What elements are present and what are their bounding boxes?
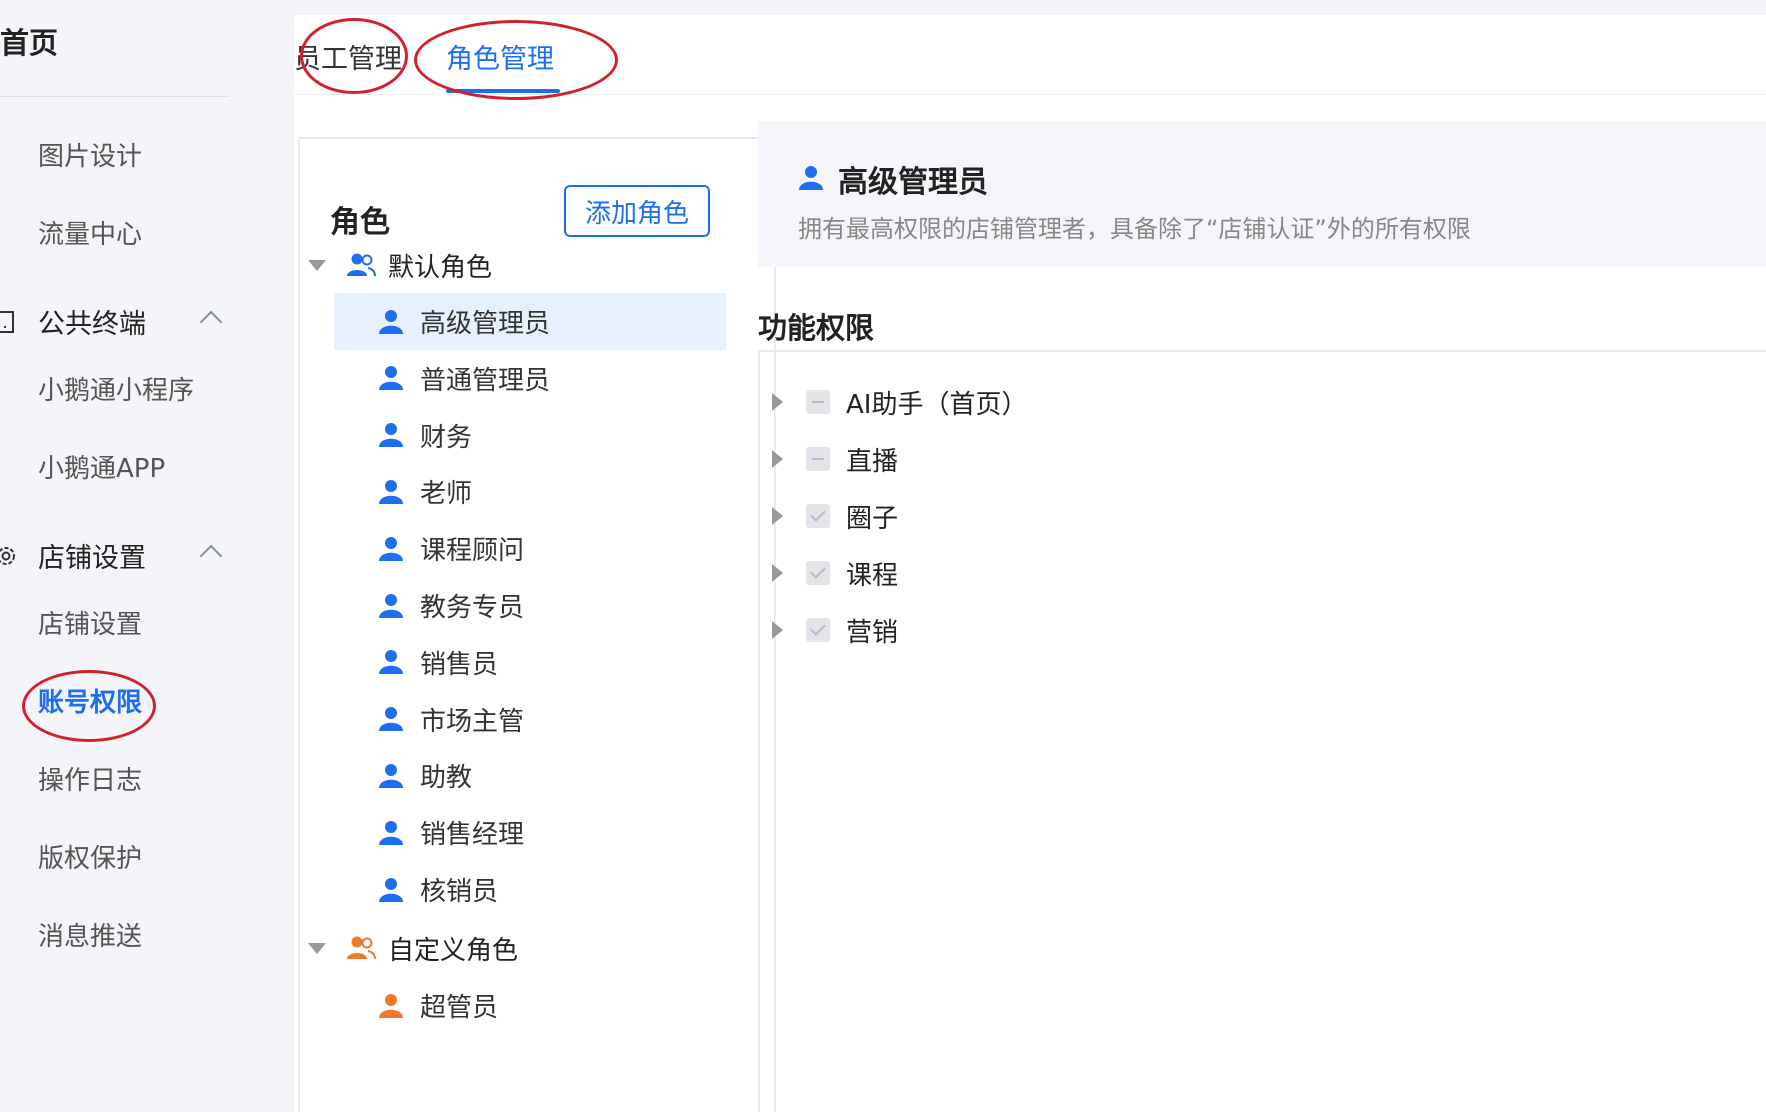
sidebar-group-label: 店铺设置 bbox=[38, 543, 146, 574]
role-item[interactable]: 老师 bbox=[334, 463, 726, 520]
role-info-card: 高级管理员 拥有最高权限的店铺管理者，具备除了“店铺认证”外的所有权限 bbox=[758, 121, 1766, 267]
role-name: 高级管理员 bbox=[838, 165, 988, 200]
caret-down-icon[interactable] bbox=[308, 942, 326, 954]
role-item-label: 课程顾问 bbox=[420, 536, 525, 567]
permission-item[interactable]: 直播 bbox=[760, 431, 1766, 487]
role-item-label: 核销员 bbox=[420, 877, 499, 907]
user-icon bbox=[379, 423, 403, 448]
sidebar-group-label: 公共终端 bbox=[38, 309, 146, 340]
tab-staff-management[interactable]: 员工管理 bbox=[294, 37, 402, 76]
sidebar-item-mini-program[interactable]: 小鹅通小程序 bbox=[38, 370, 194, 407]
tab-role-management[interactable]: 角色管理 bbox=[446, 37, 554, 76]
user-icon bbox=[379, 820, 403, 845]
caret-right-icon[interactable] bbox=[772, 450, 783, 468]
permission-label: 营销 bbox=[846, 617, 899, 648]
role-item-label: 超管员 bbox=[420, 993, 499, 1023]
sidebar-item-image-design[interactable]: 图片设计 bbox=[38, 136, 142, 173]
caret-right-icon[interactable] bbox=[772, 564, 783, 582]
role-item[interactable]: 教务专员 bbox=[334, 577, 726, 634]
permission-checkbox[interactable] bbox=[806, 561, 830, 585]
permission-item[interactable]: 课程 bbox=[760, 545, 1766, 601]
permission-item[interactable]: 圈子 bbox=[760, 488, 1766, 544]
role-item-label: 高级管理员 bbox=[420, 309, 551, 339]
role-item[interactable]: 普通管理员 bbox=[334, 350, 726, 407]
permissions-tree: AI助手（首页） 直播圈子课程营销 bbox=[758, 350, 1766, 1112]
role-item[interactable]: 销售员 bbox=[334, 634, 726, 691]
sidebar-item-shop-settings[interactable]: 店铺设置 bbox=[38, 604, 142, 641]
role-item[interactable]: 销售经理 bbox=[334, 804, 726, 861]
user-icon bbox=[799, 166, 823, 190]
user-icon bbox=[379, 763, 403, 788]
caret-right-icon[interactable] bbox=[772, 393, 783, 411]
sidebar-home[interactable]: 首页 bbox=[0, 20, 58, 62]
role-description: 拥有最高权限的店铺管理者，具备除了“店铺认证”外的所有权限 bbox=[798, 215, 1471, 243]
sidebar-item-account-permissions[interactable]: 账号权限 bbox=[38, 682, 142, 719]
user-icon bbox=[379, 877, 403, 902]
permission-checkbox[interactable] bbox=[806, 390, 830, 414]
role-group-label: 自定义角色 bbox=[388, 935, 519, 966]
sidebar-item-operation-log[interactable]: 操作日志 bbox=[38, 760, 142, 797]
role-item[interactable]: 超管员 bbox=[334, 977, 726, 1034]
role-list-panel: 角色 添加角色 默认角色 高级管理员普通管理员财务老师课程顾问教务专员销售员市场… bbox=[298, 137, 776, 1112]
user-icon bbox=[379, 707, 403, 732]
permission-item[interactable]: 营销 bbox=[760, 602, 1766, 658]
sidebar-divider bbox=[0, 96, 230, 97]
sidebar-item-app[interactable]: 小鹅通APP bbox=[38, 448, 165, 485]
role-panel-title: 角色 bbox=[330, 205, 390, 240]
main-content: 员工管理 角色管理 角色 添加角色 默认角色 高级管理员普通管理员财务老师课程顾… bbox=[294, 15, 1766, 1112]
permission-item[interactable]: AI助手（首页） bbox=[760, 374, 1766, 430]
user-icon bbox=[379, 593, 403, 618]
sidebar-group-shop-settings[interactable]: 店铺设置 bbox=[0, 536, 146, 575]
active-tab-indicator bbox=[446, 89, 560, 93]
permissions-title: 功能权限 bbox=[758, 311, 875, 345]
role-item-label: 教务专员 bbox=[420, 593, 525, 623]
role-item[interactable]: 市场主管 bbox=[334, 691, 726, 748]
sidebar: 首页 图片设计 流量中心 公共终端 小鹅通小程序 小鹅通APP 店铺设置 店铺设… bbox=[0, 0, 262, 1112]
user-icon bbox=[379, 366, 403, 391]
users-icon bbox=[347, 936, 376, 960]
sidebar-item-traffic-center[interactable]: 流量中心 bbox=[38, 214, 142, 251]
role-item-label: 助教 bbox=[420, 763, 473, 794]
role-item-label: 销售员 bbox=[420, 649, 499, 680]
user-icon bbox=[379, 536, 403, 561]
permission-label: 直播 bbox=[846, 446, 899, 477]
permission-label: 圈子 bbox=[846, 503, 899, 534]
role-item-label: 销售经理 bbox=[420, 820, 525, 851]
role-item[interactable]: 高级管理员 bbox=[334, 293, 726, 350]
role-item-label: 市场主管 bbox=[420, 706, 525, 737]
sidebar-item-message-push[interactable]: 消息推送 bbox=[38, 916, 142, 953]
role-item[interactable]: 核销员 bbox=[334, 861, 726, 918]
permission-checkbox[interactable] bbox=[806, 618, 830, 642]
chevron-up-icon[interactable] bbox=[199, 544, 223, 568]
sidebar-item-copyright[interactable]: 版权保护 bbox=[38, 838, 142, 875]
caret-down-icon[interactable] bbox=[308, 259, 326, 271]
user-icon bbox=[379, 309, 403, 334]
caret-right-icon[interactable] bbox=[772, 621, 783, 639]
permission-checkbox[interactable] bbox=[806, 447, 830, 471]
role-group-custom[interactable]: 自定义角色 bbox=[300, 920, 774, 976]
tab-bar: 员工管理 角色管理 bbox=[294, 15, 1766, 95]
terminal-icon bbox=[0, 310, 14, 333]
gear-icon bbox=[0, 546, 15, 565]
caret-right-icon[interactable] bbox=[772, 507, 783, 525]
role-group-label: 默认角色 bbox=[388, 252, 493, 283]
users-icon bbox=[347, 253, 376, 277]
role-item[interactable]: 助教 bbox=[334, 747, 726, 804]
role-item[interactable]: 课程顾问 bbox=[334, 520, 726, 577]
user-icon bbox=[379, 993, 403, 1018]
app-root: 首页 图片设计 流量中心 公共终端 小鹅通小程序 小鹅通APP 店铺设置 店铺设… bbox=[0, 0, 1766, 1112]
user-icon bbox=[379, 650, 403, 675]
permission-label: 课程 bbox=[846, 560, 899, 591]
role-group-default[interactable]: 默认角色 bbox=[300, 237, 774, 293]
role-item-label: 财务 bbox=[420, 422, 473, 453]
permission-checkbox[interactable] bbox=[806, 504, 830, 528]
role-item[interactable]: 财务 bbox=[334, 407, 726, 464]
user-icon bbox=[379, 479, 403, 504]
permission-label: AI助手（首页） bbox=[846, 389, 1028, 420]
add-role-button[interactable]: 添加角色 bbox=[564, 185, 710, 237]
chevron-up-icon[interactable] bbox=[199, 310, 223, 334]
sidebar-group-public-terminal[interactable]: 公共终端 bbox=[0, 302, 146, 341]
role-item-label: 普通管理员 bbox=[420, 365, 551, 396]
role-item-label: 老师 bbox=[420, 479, 473, 510]
